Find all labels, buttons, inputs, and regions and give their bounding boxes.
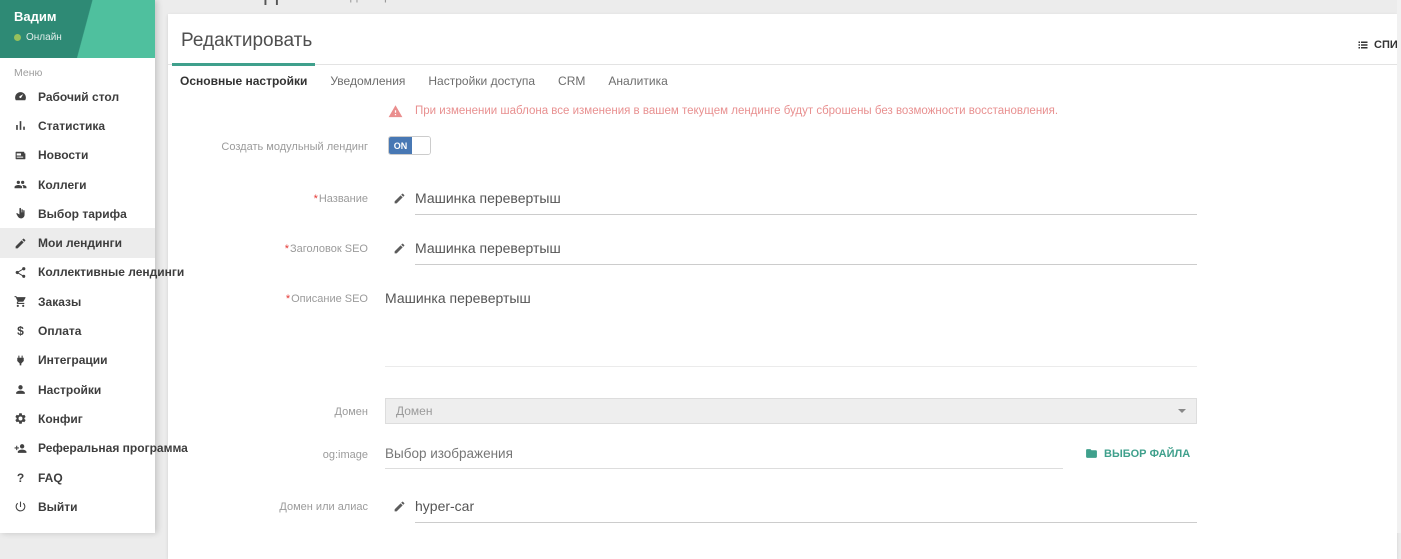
sidebar-item-referral[interactable]: Реферальная программа bbox=[0, 434, 155, 463]
cart-icon bbox=[14, 295, 38, 308]
seo-description-underline bbox=[385, 366, 1197, 367]
question-icon: ? bbox=[14, 471, 38, 485]
domain-label: Домен bbox=[168, 406, 368, 418]
sidebar-item-label: Настройки bbox=[38, 383, 101, 397]
sidebar-item-colleagues[interactable]: Коллеги bbox=[0, 170, 155, 199]
users-icon bbox=[14, 178, 38, 191]
sidebar-menu: Рабочий стол Статистика Новости Коллеги Выбо… bbox=[0, 82, 155, 521]
domain-select[interactable]: Домен bbox=[385, 398, 1197, 424]
sidebar-item-tariff[interactable]: Выбор тарифа bbox=[0, 199, 155, 228]
online-status-icon bbox=[14, 34, 21, 41]
sidebar-item-label: Мои лендинги bbox=[38, 236, 122, 250]
sidebar-item-label: Выйти bbox=[38, 500, 78, 514]
stats-icon bbox=[14, 119, 38, 132]
warning-icon bbox=[388, 104, 403, 119]
sidebar-item-news[interactable]: Новости bbox=[0, 141, 155, 170]
user-status-label: Онлайн bbox=[26, 32, 62, 43]
required-asterisk: * bbox=[314, 193, 318, 205]
alias-input[interactable]: hyper-car bbox=[415, 498, 1197, 523]
list-view-label: СПИСОК bbox=[1374, 39, 1397, 51]
gear-icon bbox=[14, 412, 38, 425]
sidebar-item-orders[interactable]: Заказы bbox=[0, 287, 155, 316]
og-image-input[interactable]: Выбор изображения bbox=[385, 446, 1063, 469]
required-asterisk: * bbox=[286, 293, 290, 305]
hand-pointer-icon bbox=[14, 207, 38, 220]
tab-analytics[interactable]: Аналитика bbox=[600, 65, 675, 98]
required-asterisk: * bbox=[285, 243, 289, 255]
sidebar-item-label: Статистика bbox=[38, 119, 105, 133]
modular-landing-label: Создать модульный лендинг bbox=[168, 141, 368, 153]
sidebar-item-collective-landings[interactable]: Коллективные лендинги bbox=[0, 258, 155, 287]
user-status: Онлайн bbox=[14, 32, 141, 43]
sidebar-item-my-landings[interactable]: Мои лендинги bbox=[0, 228, 155, 257]
pencil-icon bbox=[393, 500, 406, 513]
card-heading: Редактировать bbox=[181, 30, 312, 52]
page-title-text: Мои лендинги bbox=[170, 0, 327, 6]
choose-file-button[interactable]: ВЫБОР ФАЙЛА bbox=[1085, 447, 1190, 460]
sidebar-item-label: Коллеги bbox=[38, 178, 87, 192]
sidebar-item-label: Новости bbox=[38, 148, 88, 162]
sidebar-item-label: Заказы bbox=[38, 295, 81, 309]
user-name: Вадим bbox=[14, 9, 141, 24]
folder-icon bbox=[1085, 447, 1098, 460]
choose-file-label: ВЫБОР ФАЙЛА bbox=[1104, 448, 1190, 460]
sidebar: Вадим Онлайн Меню Рабочий стол Статистика… bbox=[0, 0, 155, 533]
sidebar-item-label: Коллективные лендинги bbox=[38, 265, 184, 279]
edit-card: Редактировать СПИСОК Основные настройкиУ… bbox=[168, 14, 1397, 559]
sidebar-item-statistics[interactable]: Статистика bbox=[0, 111, 155, 140]
seo-description-textarea[interactable]: Машинка перевертыш bbox=[385, 290, 1197, 306]
plug-icon bbox=[14, 354, 38, 367]
sidebar-item-logout[interactable]: Выйти bbox=[0, 492, 155, 521]
sidebar-item-payment[interactable]: $Оплата bbox=[0, 316, 155, 345]
list-view-button[interactable]: СПИСОК bbox=[1357, 39, 1397, 51]
tab-crm[interactable]: CRM bbox=[550, 65, 593, 98]
tab-main-settings[interactable]: Основные настройки bbox=[172, 63, 315, 98]
menu-section-label: Меню bbox=[0, 58, 155, 82]
sidebar-item-settings[interactable]: Настройки bbox=[0, 375, 155, 404]
sidebar-item-label: FAQ bbox=[38, 471, 63, 485]
sidebar-item-config[interactable]: Конфиг bbox=[0, 404, 155, 433]
toggle-on-state: ON bbox=[389, 137, 412, 154]
sidebar-item-label: Выбор тарифа bbox=[38, 207, 127, 221]
user-icon bbox=[14, 383, 38, 396]
page-subtitle: Редактировать bbox=[335, 0, 425, 3]
modular-landing-toggle[interactable]: ON bbox=[388, 136, 431, 155]
warning-text: При изменении шаблона все изменения в ва… bbox=[415, 104, 1058, 119]
dashboard-icon bbox=[14, 90, 38, 103]
user-profile: Вадим Онлайн bbox=[0, 0, 155, 58]
sidebar-item-label: Интеграции bbox=[38, 353, 108, 367]
domain-select-placeholder: Домен bbox=[396, 404, 433, 418]
og-image-label: og:image bbox=[168, 449, 368, 461]
tab-bar: Основные настройкиУведомленияНастройки д… bbox=[168, 64, 1397, 98]
sidebar-item-faq[interactable]: ?FAQ bbox=[0, 463, 155, 492]
template-change-warning: При изменении шаблона все изменения в ва… bbox=[388, 104, 1058, 119]
share-icon bbox=[14, 266, 38, 279]
sidebar-item-label: Конфиг bbox=[38, 412, 83, 426]
name-label: Название bbox=[319, 193, 368, 205]
sidebar-item-label: Рабочий стол bbox=[38, 90, 119, 104]
pencil-icon bbox=[14, 237, 38, 250]
alias-label: Домен или алиас bbox=[168, 501, 368, 513]
pencil-icon bbox=[393, 192, 406, 205]
seo-description-label: Описание SEO bbox=[291, 293, 368, 305]
toggle-off-half bbox=[412, 137, 430, 154]
sidebar-item-label: Оплата bbox=[38, 324, 81, 338]
name-input[interactable]: Машинка перевертыш bbox=[415, 190, 1197, 215]
page-title: Мои лендинги Редактировать bbox=[170, 0, 425, 7]
sidebar-item-integrations[interactable]: Интеграции bbox=[0, 346, 155, 375]
tab-access-settings[interactable]: Настройки доступа bbox=[420, 65, 543, 98]
scrollbar[interactable] bbox=[1397, 0, 1401, 533]
pencil-icon bbox=[393, 242, 406, 255]
user-plus-icon bbox=[14, 442, 38, 455]
tab-notifications[interactable]: Уведомления bbox=[322, 65, 413, 98]
dollar-icon: $ bbox=[14, 324, 38, 338]
news-icon bbox=[14, 149, 38, 162]
chevron-down-icon bbox=[1178, 409, 1186, 413]
sidebar-item-label: Реферальная программа bbox=[38, 441, 188, 455]
list-icon bbox=[1357, 39, 1369, 51]
seo-title-input[interactable]: Машинка перевертыш bbox=[415, 240, 1197, 265]
sidebar-item-desktop[interactable]: Рабочий стол bbox=[0, 82, 155, 111]
power-icon bbox=[14, 500, 38, 513]
seo-title-label: Заголовок SEO bbox=[290, 243, 368, 255]
